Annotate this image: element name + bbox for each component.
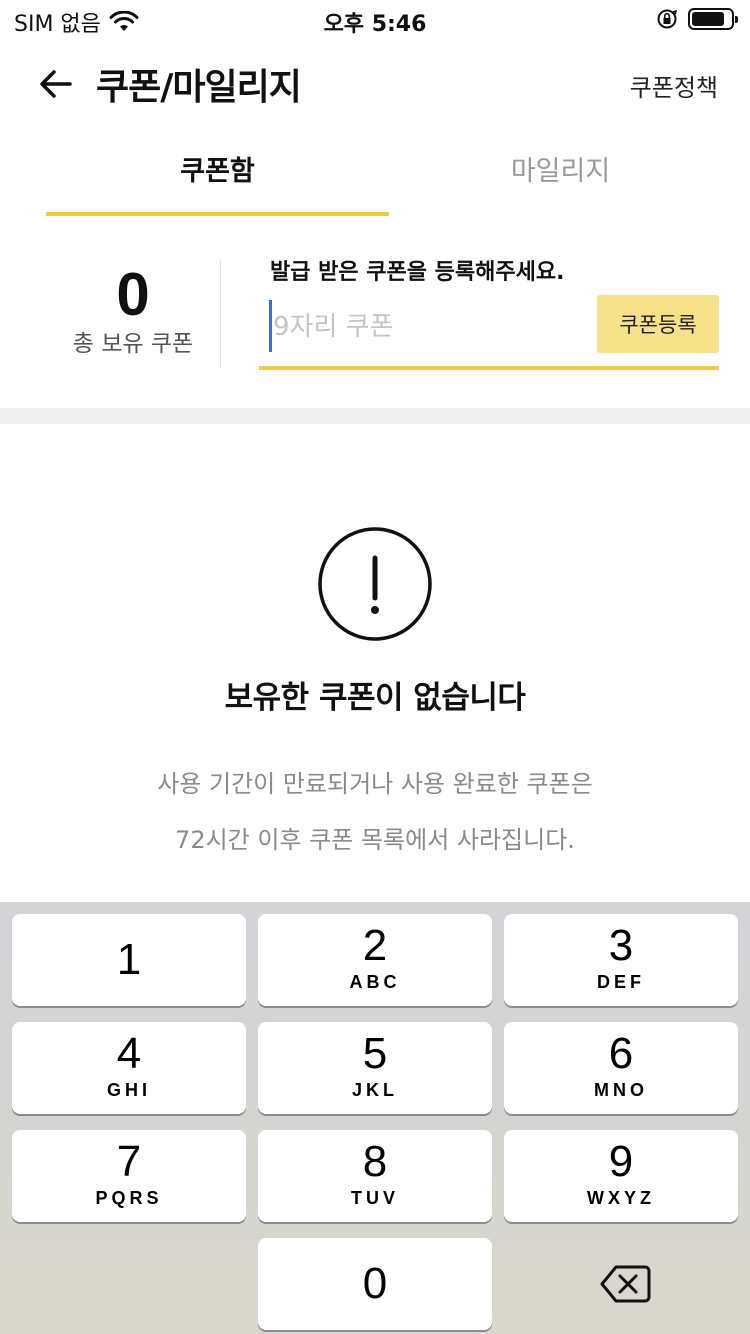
key-7[interactable]: 7 PQRS: [12, 1130, 246, 1222]
coupon-input-wrapper: 쿠폰등록: [259, 292, 719, 370]
key-5[interactable]: 5 JKL: [258, 1022, 492, 1114]
tab-bar: 쿠폰함 마일리지: [0, 140, 750, 216]
key-0[interactable]: 0: [258, 1238, 492, 1330]
key-letters: PQRS: [95, 1188, 163, 1208]
arrow-left-icon: [40, 70, 72, 98]
page-title: 쿠폰/마일리지: [96, 67, 302, 108]
key-digit: 1: [116, 935, 142, 984]
key-digit: 8: [362, 1137, 388, 1186]
key-digit: 7: [116, 1137, 142, 1186]
empty-state-description: 사용 기간이 만료되거나 사용 완료한 쿠폰은 72시간 이후 쿠폰 목록에서 …: [0, 756, 750, 868]
coupon-count-label: 총 보유 쿠폰: [72, 331, 194, 357]
status-bar: SIM 없음 오후 5:46: [0, 0, 750, 40]
key-digit: 4: [116, 1029, 142, 1078]
key-digit: 3: [608, 921, 634, 970]
app-header: 쿠폰/마일리지 쿠폰정책: [0, 48, 750, 118]
coupon-code-input[interactable]: [273, 306, 583, 348]
key-digit: 0: [362, 1259, 388, 1308]
key-digit: 9: [608, 1137, 634, 1186]
key-digit: 5: [362, 1029, 388, 1078]
alert-circle-icon: [318, 527, 432, 641]
number-keypad: 1 2 ABC 3 DEF 4 GHI 5 JKL 6 MNO 7 PQRS 8…: [0, 902, 750, 1334]
tab-coupons[interactable]: 쿠폰함: [46, 140, 389, 216]
backspace-icon: [600, 1265, 651, 1303]
key-letters: MNO: [594, 1080, 648, 1100]
key-9[interactable]: 9 WXYZ: [504, 1130, 738, 1222]
register-guide-text: 발급 받은 쿠폰을 등록해주세요.: [270, 260, 565, 285]
key-digit: 6: [608, 1029, 634, 1078]
text-caret: [269, 300, 272, 352]
status-time: 오후 5:46: [323, 12, 427, 37]
key-letters: ABC: [349, 972, 401, 992]
empty-state: 보유한 쿠폰이 없습니다 사용 기간이 만료되거나 사용 완료한 쿠폰은 72시…: [0, 424, 750, 902]
key-letters: GHI: [106, 1080, 151, 1100]
empty-state-title: 보유한 쿠폰이 없습니다: [224, 680, 526, 716]
back-button[interactable]: [36, 64, 76, 104]
coupon-count-box: 0 총 보유 쿠폰: [46, 260, 220, 358]
empty-desc-line-2: 72시간 이후 쿠폰 목록에서 사라집니다.: [175, 826, 575, 854]
key-2[interactable]: 2 ABC: [258, 914, 492, 1006]
coupon-register-section: 0 총 보유 쿠폰 발급 받은 쿠폰을 등록해주세요. 쿠폰등록: [0, 240, 750, 390]
section-separator: [0, 408, 750, 424]
key-3[interactable]: 3 DEF: [504, 914, 738, 1006]
status-right: [656, 8, 738, 30]
divider: [220, 260, 221, 368]
delete-key[interactable]: [504, 1238, 738, 1330]
empty-desc-line-1: 사용 기간이 만료되거나 사용 완료한 쿠폰은: [157, 770, 593, 798]
key-digit: 2: [362, 921, 388, 970]
register-coupon-button[interactable]: 쿠폰등록: [597, 295, 719, 353]
key-letters: TUV: [351, 1188, 399, 1208]
coupon-policy-link[interactable]: 쿠폰정책: [630, 68, 718, 103]
key-letters: JKL: [351, 1080, 398, 1100]
tab-mileage[interactable]: 마일리지: [389, 140, 732, 216]
key-1[interactable]: 1: [12, 914, 246, 1006]
key-4[interactable]: 4 GHI: [12, 1022, 246, 1114]
coupon-count: 0: [116, 261, 150, 328]
key-letters: DEF: [597, 972, 645, 992]
key-8[interactable]: 8 TUV: [258, 1130, 492, 1222]
orientation-lock-icon: [657, 9, 678, 29]
key-letters: WXYZ: [587, 1188, 655, 1208]
battery-icon: [688, 8, 738, 30]
key-6[interactable]: 6 MNO: [504, 1022, 738, 1114]
